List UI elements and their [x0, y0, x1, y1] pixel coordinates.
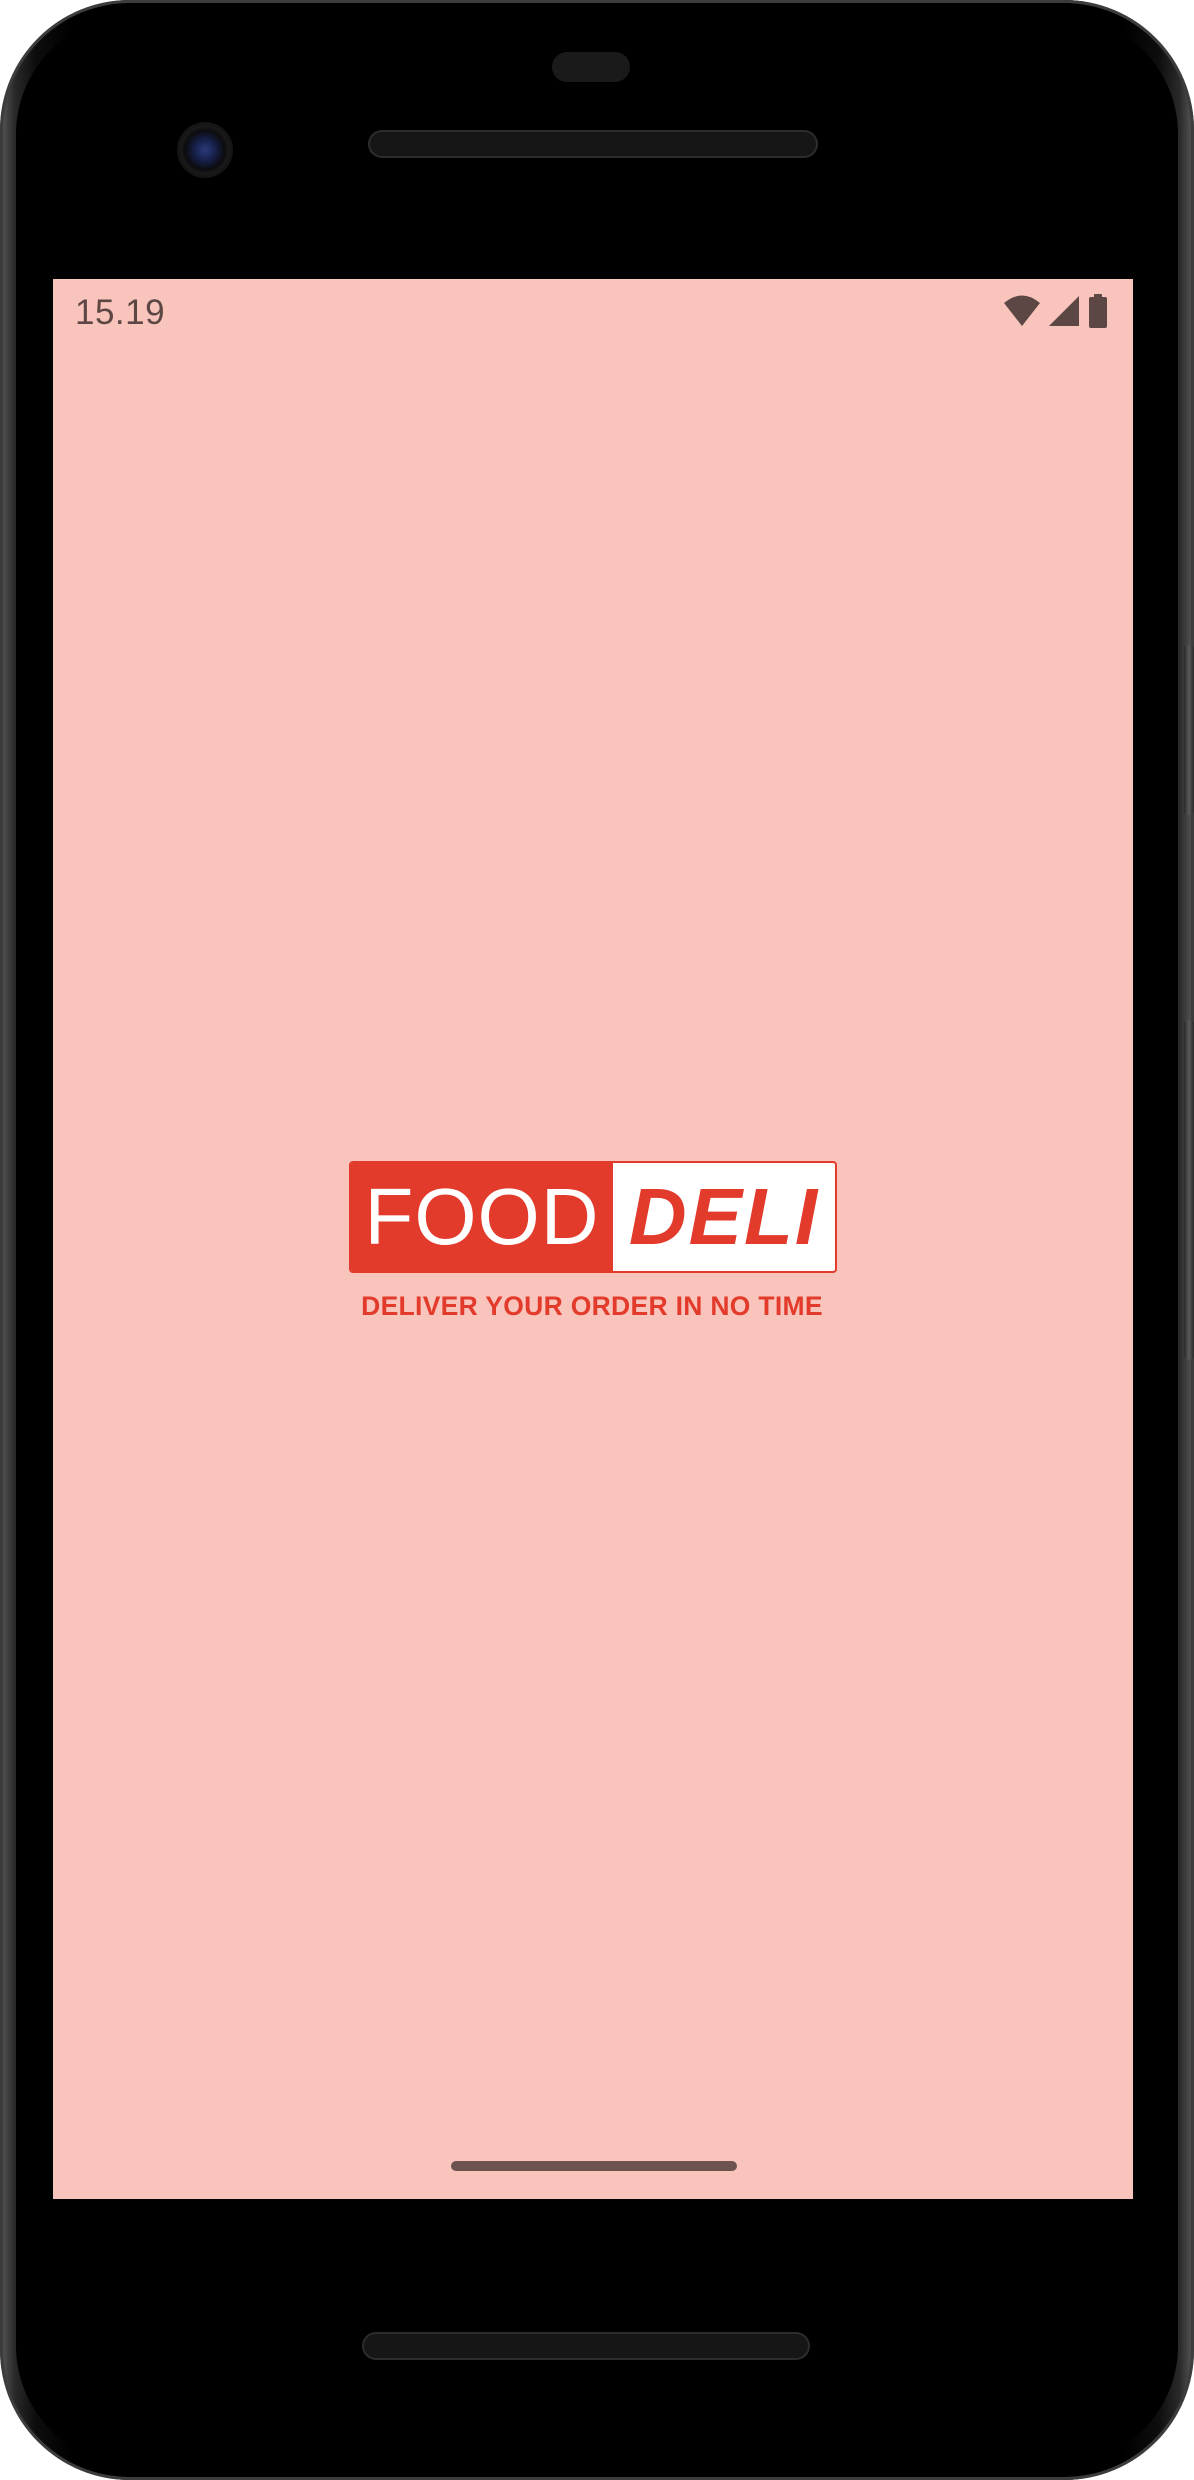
status-icons: [1003, 291, 1109, 331]
cell-signal-icon: [1049, 296, 1079, 326]
wifi-icon: [1004, 295, 1040, 326]
status-time: 15.19: [75, 293, 166, 332]
splash-screen: 15.19 FOOD DELI DELIVER YOUR ORDER IN NO: [53, 279, 1133, 2199]
logo-deli-text: DELI: [628, 1172, 820, 1261]
logo-tagline: DELIVER YOUR ORDER IN NO TIME: [361, 1291, 823, 1321]
top-speaker: [368, 130, 818, 158]
proximity-sensor: [552, 52, 630, 82]
home-gesture-bar[interactable]: [451, 2161, 737, 2171]
power-button: [1184, 645, 1194, 815]
app-logo: FOOD DELI DELIVER YOUR ORDER IN NO TIME: [349, 1161, 837, 1322]
volume-button: [1184, 1020, 1194, 1360]
phone-frame: 15.19 FOOD DELI DELIVER YOUR ORDER IN NO: [0, 0, 1194, 2480]
logo-wordmark: FOOD DELI: [349, 1161, 837, 1273]
front-camera: [180, 125, 230, 175]
battery-icon: [1089, 294, 1107, 328]
bottom-speaker: [362, 2332, 810, 2360]
logo-food-text: FOOD: [351, 1163, 613, 1271]
status-bar: 15.19: [53, 279, 1133, 345]
